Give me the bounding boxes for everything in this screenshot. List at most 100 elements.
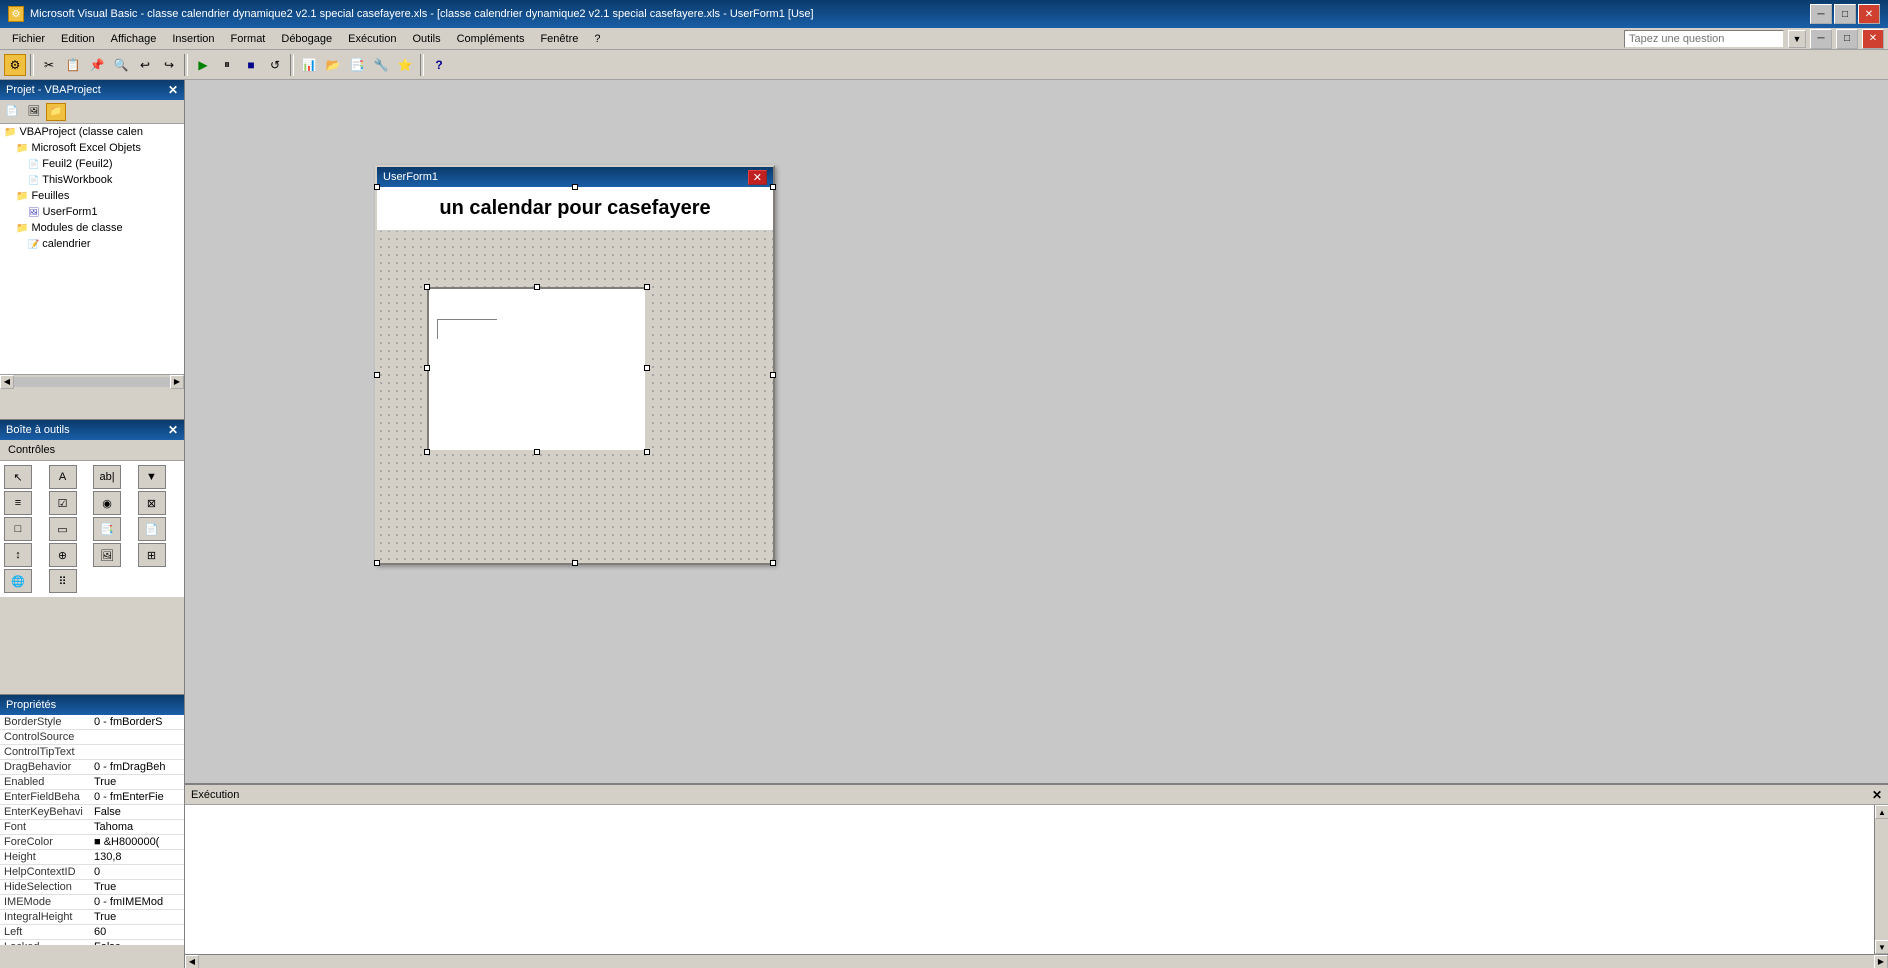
- frame-handle-mr[interactable]: [644, 365, 650, 371]
- tb-16[interactable]: 🔧: [370, 54, 392, 76]
- handle-br[interactable]: [770, 560, 776, 566]
- handle-tc[interactable]: [572, 184, 578, 190]
- props-row[interactable]: HelpContextID0: [0, 864, 184, 879]
- search-close[interactable]: ✕: [1862, 29, 1884, 49]
- tool-label[interactable]: A: [49, 465, 77, 489]
- menu-edition[interactable]: Edition: [53, 31, 103, 47]
- menu-insertion[interactable]: Insertion: [164, 31, 222, 47]
- exec-vscroll-up[interactable]: ▲: [1875, 805, 1888, 819]
- props-row[interactable]: ControlTipText: [0, 744, 184, 759]
- menu-execution[interactable]: Exécution: [340, 31, 404, 47]
- project-panel-close[interactable]: ✕: [168, 83, 178, 97]
- props-row[interactable]: ControlSource: [0, 729, 184, 744]
- tool-misc[interactable]: ⠿: [49, 569, 77, 593]
- tool-tabstrip[interactable]: 📑: [93, 517, 121, 541]
- userform-body[interactable]: un calendar pour casefayere: [377, 187, 773, 563]
- maximize-button[interactable]: □: [1834, 4, 1856, 24]
- exec-vscroll-down[interactable]: ▼: [1875, 940, 1888, 954]
- tb-stop[interactable]: ■: [240, 54, 262, 76]
- tool-multipage[interactable]: 📄: [138, 517, 166, 541]
- tool-select[interactable]: ↖: [4, 465, 32, 489]
- menu-format[interactable]: Format: [223, 31, 274, 47]
- tool-listbox[interactable]: ≡: [4, 491, 32, 515]
- userform-close-btn[interactable]: ✕: [748, 170, 767, 185]
- tb-pause[interactable]: ⏸: [216, 54, 238, 76]
- tree-excel-objects[interactable]: 📁 Microsoft Excel Objets: [0, 140, 184, 156]
- handle-bc[interactable]: [572, 560, 578, 566]
- menu-complements[interactable]: Compléments: [449, 31, 533, 47]
- tb-5[interactable]: ↩: [134, 54, 156, 76]
- tree-userform1[interactable]: 🖼 UserForm1: [0, 204, 184, 220]
- exec-hscroll-left[interactable]: ◀: [185, 955, 199, 968]
- toolbox-tab-controles[interactable]: Contrôles: [0, 440, 184, 461]
- exec-hscroll-right[interactable]: ▶: [1874, 955, 1888, 968]
- hscroll-left[interactable]: ◀: [0, 375, 14, 389]
- handle-tr[interactable]: [770, 184, 776, 190]
- frame-handle-ml[interactable]: [424, 365, 430, 371]
- menu-outils[interactable]: Outils: [404, 31, 448, 47]
- tree-vbaproject[interactable]: 📁 VBAProject (classe calen: [0, 124, 184, 140]
- handle-bl[interactable]: [374, 560, 380, 566]
- exec-close-btn[interactable]: ✕: [1872, 788, 1882, 802]
- props-row[interactable]: DragBehavior0 - fmDragBeh: [0, 759, 184, 774]
- tb-cut[interactable]: ✂: [38, 54, 60, 76]
- tool-frame[interactable]: □: [4, 517, 32, 541]
- project-hscroll[interactable]: ◀ ▶: [0, 374, 184, 388]
- project-toggle-folders[interactable]: 📁: [46, 103, 66, 121]
- tool-scrollbar[interactable]: ↕: [4, 543, 32, 567]
- tool-combobox[interactable]: ▼: [138, 465, 166, 489]
- frame-handle-tm[interactable]: [534, 284, 540, 290]
- tree-feuilles[interactable]: 📁 Feuilles: [0, 188, 184, 204]
- props-row[interactable]: FontTahoma: [0, 819, 184, 834]
- close-button[interactable]: ✕: [1858, 4, 1880, 24]
- project-view-code[interactable]: 📄: [2, 103, 22, 121]
- frame-handle-bm[interactable]: [534, 449, 540, 455]
- frame-handle-bl[interactable]: [424, 449, 430, 455]
- tool-web[interactable]: 🌐: [4, 569, 32, 593]
- toolbox-close[interactable]: ✕: [168, 423, 178, 437]
- tb-14[interactable]: 📂: [322, 54, 344, 76]
- tool-spinbutton[interactable]: ⊕: [49, 543, 77, 567]
- search-input[interactable]: [1624, 30, 1784, 48]
- tool-image[interactable]: 🖼: [93, 543, 121, 567]
- props-row[interactable]: EnterKeyBehaviFalse: [0, 804, 184, 819]
- menu-debogage[interactable]: Débogage: [273, 31, 340, 47]
- tb-find[interactable]: 🔍: [110, 54, 132, 76]
- tb-reset[interactable]: ↺: [264, 54, 286, 76]
- props-row[interactable]: BorderStyle0 - fmBorderS: [0, 715, 184, 730]
- tool-commandbutton[interactable]: ▭: [49, 517, 77, 541]
- tool-textbox[interactable]: ab|: [93, 465, 121, 489]
- hscroll-right[interactable]: ▶: [170, 375, 184, 389]
- project-view-object[interactable]: 🖼: [24, 103, 44, 121]
- props-row[interactable]: Height130,8: [0, 849, 184, 864]
- frame-handle-br[interactable]: [644, 449, 650, 455]
- frame-handle-tl[interactable]: [424, 284, 430, 290]
- frame-handle-tr[interactable]: [644, 284, 650, 290]
- props-scrollable[interactable]: BorderStyle0 - fmBorderSControlSourceCon…: [0, 715, 184, 945]
- props-row[interactable]: LockedFalse: [0, 939, 184, 945]
- props-row[interactable]: IntegralHeightTrue: [0, 909, 184, 924]
- menu-fenetre[interactable]: Fenêtre: [532, 31, 586, 47]
- handle-mr[interactable]: [770, 372, 776, 378]
- props-row[interactable]: EnabledTrue: [0, 774, 184, 789]
- search-dropdown-btn[interactable]: ▼: [1788, 30, 1806, 48]
- search-minimize[interactable]: ─: [1810, 29, 1832, 49]
- menu-help[interactable]: ?: [586, 31, 608, 47]
- handle-tl[interactable]: [374, 184, 380, 190]
- props-row[interactable]: HideSelectionTrue: [0, 879, 184, 894]
- props-row[interactable]: EnterFieldBeha0 - fmEnterFie: [0, 789, 184, 804]
- menu-fichier[interactable]: Fichier: [4, 31, 53, 47]
- props-row[interactable]: IMEMode0 - fmIMEMod: [0, 894, 184, 909]
- tool-refeditor[interactable]: ⊞: [138, 543, 166, 567]
- tree-calendrier[interactable]: 📝 calendrier: [0, 236, 184, 252]
- tb-copy[interactable]: 📋: [62, 54, 84, 76]
- tool-togglebutton[interactable]: ⊠: [138, 491, 166, 515]
- tb-help[interactable]: ?: [428, 54, 450, 76]
- tool-checkbox[interactable]: ☑: [49, 491, 77, 515]
- props-row[interactable]: ForeColor■ &H800000(: [0, 834, 184, 849]
- tree-thisworkbook[interactable]: 📄 ThisWorkbook: [0, 172, 184, 188]
- tree-modules-classe[interactable]: 📁 Modules de classe: [0, 220, 184, 236]
- menu-affichage[interactable]: Affichage: [103, 31, 165, 47]
- tb-6[interactable]: ↪: [158, 54, 180, 76]
- tool-radiobutton[interactable]: ◉: [93, 491, 121, 515]
